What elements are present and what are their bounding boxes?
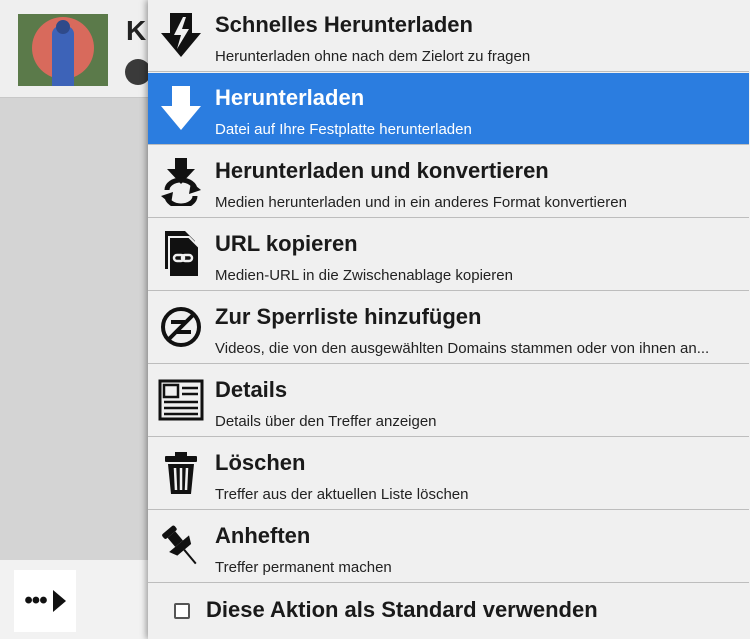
menu-item-desc: Treffer permanent machen [215,559,392,576]
menu-item-download[interactable]: Herunterladen Datei auf Ihre Festplatte … [148,73,749,145]
default-action-option[interactable]: Diese Aktion als Standard verwenden [148,584,749,639]
menu-item-title: Löschen [215,450,306,475]
blacklist-icon [156,302,206,352]
action-menu: Schnelles Herunterladen Herunterladen oh… [148,0,750,639]
trash-icon [156,448,206,498]
menu-item-details[interactable]: Details Details über den Treffer anzeige… [148,365,749,437]
menu-item-title: Herunterladen [215,85,365,110]
default-action-label: Diese Aktion als Standard verwenden [206,597,598,622]
menu-item-blacklist[interactable]: Zur Sperrliste hinzufügen Videos, die vo… [148,292,749,364]
result-row[interactable]: K [0,0,160,98]
menu-item-desc: Treffer aus der aktuellen Liste löschen [215,486,469,503]
download-convert-icon [156,156,206,206]
menu-item-title: Schnelles Herunterladen [215,12,473,37]
menu-item-copy-url[interactable]: URL kopieren Medien-URL in die Zwischena… [148,219,749,291]
more-dots-icon: ••• [24,587,47,614]
menu-item-title: Details [215,377,288,402]
copy-url-icon [156,229,206,279]
more-actions-button[interactable]: ••• [14,570,76,632]
menu-item-desc: Datei auf Ihre Festplatte herunterladen [215,121,472,138]
menu-item-desc: Herunterladen ohne nach dem Zielort zu f… [215,48,531,65]
menu-item-download-convert[interactable]: Herunterladen und konvertieren Medien he… [148,146,749,218]
menu-item-desc: Videos, die von den ausgewählten Domains… [215,340,710,357]
menu-item-desc: Details über den Treffer anzeigen [215,413,437,430]
download-icon [156,83,206,133]
menu-item-pin[interactable]: Anheften Treffer permanent machen [148,511,749,583]
play-arrow-icon [52,590,66,612]
fast-download-icon [156,10,206,60]
menu-item-desc: Medien-URL in die Zwischenablage kopiere… [215,267,513,284]
result-title: K [126,15,147,46]
menu-item-title: URL kopieren [215,231,358,256]
details-icon [156,375,206,425]
default-action-checkbox[interactable] [174,603,190,619]
menu-item-delete[interactable]: Löschen Treffer aus der aktuellen Liste … [148,438,749,510]
result-thumbnail [18,14,108,86]
menu-item-desc: Medien herunterladen und in ein anderes … [215,194,627,211]
menu-item-fast-download[interactable]: Schnelles Herunterladen Herunterladen oh… [148,0,749,72]
pin-icon [156,521,206,571]
menu-item-title: Herunterladen und konvertieren [215,158,549,183]
menu-item-title: Anheften [215,523,311,548]
menu-item-title: Zur Sperrliste hinzufügen [215,304,482,329]
